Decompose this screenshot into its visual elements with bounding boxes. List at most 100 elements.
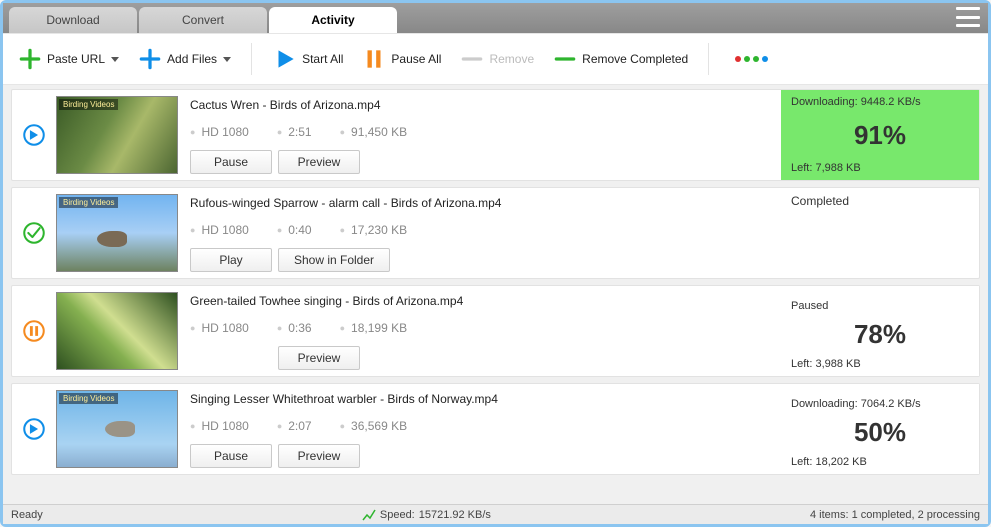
plus-icon (17, 46, 43, 72)
remove-completed-label: Remove Completed (582, 52, 688, 66)
remove-label: Remove (489, 52, 534, 66)
row-body: Cactus Wren - Birds of Arizona.mp4 HD 10… (186, 90, 781, 180)
caret-icon (223, 57, 231, 62)
progress-panel: Completed (781, 188, 979, 278)
status-speed: Speed: 15721.92 KB/s (362, 509, 491, 521)
remove-button: Remove (453, 40, 540, 78)
list-item[interactable]: Green-tailed Towhee singing - Birds of A… (11, 285, 980, 377)
duration: 0:40 (277, 223, 312, 237)
progress-panel: Paused 78% Left: 3,988 KB (781, 286, 979, 376)
start-all-button[interactable]: Start All (266, 40, 349, 78)
item-meta: HD 1080 2:51 91,450 KB (190, 125, 769, 139)
remove-completed-button[interactable]: Remove Completed (546, 40, 694, 78)
more-options-button[interactable] (735, 56, 768, 62)
start-all-label: Start All (302, 52, 343, 66)
pause-icon (361, 46, 387, 72)
preview-button[interactable]: Preview (278, 444, 360, 468)
download-percent: 50% (791, 417, 969, 448)
progress-panel: Downloading: 7064.2 KB/s 50% Left: 18,20… (781, 384, 979, 474)
watermark: Birding Videos (59, 393, 118, 404)
plus-icon (137, 46, 163, 72)
download-percent: 91% (791, 120, 969, 151)
resolution: HD 1080 (190, 125, 249, 139)
filesize: 17,230 KB (340, 223, 407, 237)
button-row: Pause Preview (190, 150, 769, 174)
completed-status-icon (21, 220, 47, 246)
download-rate: Downloading: 9448.2 KB/s (791, 96, 969, 108)
download-left: Left: 3,988 KB (791, 358, 969, 370)
play-button[interactable]: Play (190, 248, 272, 272)
play-icon (272, 46, 298, 72)
item-meta: HD 1080 2:07 36,569 KB (190, 419, 769, 433)
menu-icon[interactable] (956, 7, 980, 27)
preview-button[interactable]: Preview (278, 150, 360, 174)
download-rate: Downloading: 7064.2 KB/s (791, 398, 969, 410)
speed-label: Speed: (380, 509, 415, 521)
status-bar: Ready Speed: 15721.92 KB/s 4 items: 1 co… (3, 504, 988, 524)
add-files-label: Add Files (167, 52, 217, 66)
download-status-icon (21, 122, 47, 148)
thumbnail: Birding Videos (56, 194, 178, 272)
thumbnail (56, 292, 178, 370)
item-meta: HD 1080 0:40 17,230 KB (190, 223, 769, 237)
button-row: Preview (190, 346, 769, 370)
list-item[interactable]: Birding Videos Singing Lesser Whitethroa… (11, 383, 980, 475)
add-files-button[interactable]: Add Files (131, 40, 237, 78)
paste-url-button[interactable]: Paste URL (11, 40, 125, 78)
thumbnail: Birding Videos (56, 390, 178, 468)
progress-panel: Downloading: 9448.2 KB/s 91% Left: 7,988… (781, 90, 979, 180)
row-body: Green-tailed Towhee singing - Birds of A… (186, 286, 781, 376)
list-item[interactable]: Birding Videos Cactus Wren - Birds of Ar… (11, 89, 980, 181)
preview-button[interactable]: Preview (278, 346, 360, 370)
show-in-folder-button[interactable]: Show in Folder (278, 248, 390, 272)
download-percent: 78% (791, 319, 969, 350)
status-icon-cell (12, 188, 56, 278)
item-title: Green-tailed Towhee singing - Birds of A… (190, 294, 769, 308)
minus-icon (552, 46, 578, 72)
status-summary: 4 items: 1 completed, 2 processing (810, 509, 980, 521)
tab-activity[interactable]: Activity (269, 7, 397, 33)
button-row: Play Show in Folder (190, 248, 769, 272)
download-list: Birding Videos Cactus Wren - Birds of Ar… (3, 85, 988, 504)
filesize: 18,199 KB (340, 321, 407, 335)
item-title: Cactus Wren - Birds of Arizona.mp4 (190, 98, 769, 112)
speed-value: 15721.92 KB/s (419, 509, 491, 521)
status-text: Completed (791, 194, 969, 208)
tab-download[interactable]: Download (9, 7, 137, 33)
pause-button[interactable]: Pause (190, 444, 272, 468)
tab-convert[interactable]: Convert (139, 7, 267, 33)
status-ready: Ready (11, 509, 43, 521)
list-item[interactable]: Birding Videos Rufous-winged Sparrow - a… (11, 187, 980, 279)
download-left: Left: 18,202 KB (791, 456, 969, 468)
download-status-icon (21, 416, 47, 442)
item-title: Singing Lesser Whitethroat warbler - Bir… (190, 392, 769, 406)
watermark: Birding Videos (59, 197, 118, 208)
titlebar: Download Convert Activity (3, 3, 988, 33)
download-rate: Paused (791, 300, 969, 312)
pause-button[interactable]: Pause (190, 150, 272, 174)
filesize: 91,450 KB (340, 125, 407, 139)
resolution: HD 1080 (190, 223, 249, 237)
caret-icon (111, 57, 119, 62)
download-left: Left: 7,988 KB (791, 162, 969, 174)
filesize: 36,569 KB (340, 419, 407, 433)
minus-icon (459, 46, 485, 72)
button-row: Pause Preview (190, 444, 769, 468)
item-meta: HD 1080 0:36 18,199 KB (190, 321, 769, 335)
speed-icon (362, 509, 376, 521)
pause-all-button[interactable]: Pause All (355, 40, 447, 78)
resolution: HD 1080 (190, 321, 249, 335)
paused-status-icon (21, 318, 47, 344)
row-body: Rufous-winged Sparrow - alarm call - Bir… (186, 188, 781, 278)
toolbar: Paste URL Add Files Start All Pause All … (3, 33, 988, 85)
watermark: Birding Videos (59, 99, 118, 110)
separator (251, 43, 252, 75)
duration: 2:51 (277, 125, 312, 139)
pause-all-label: Pause All (391, 52, 441, 66)
status-icon-cell (12, 384, 56, 474)
status-icon-cell (12, 90, 56, 180)
resolution: HD 1080 (190, 419, 249, 433)
duration: 2:07 (277, 419, 312, 433)
row-body: Singing Lesser Whitethroat warbler - Bir… (186, 384, 781, 474)
thumbnail: Birding Videos (56, 96, 178, 174)
